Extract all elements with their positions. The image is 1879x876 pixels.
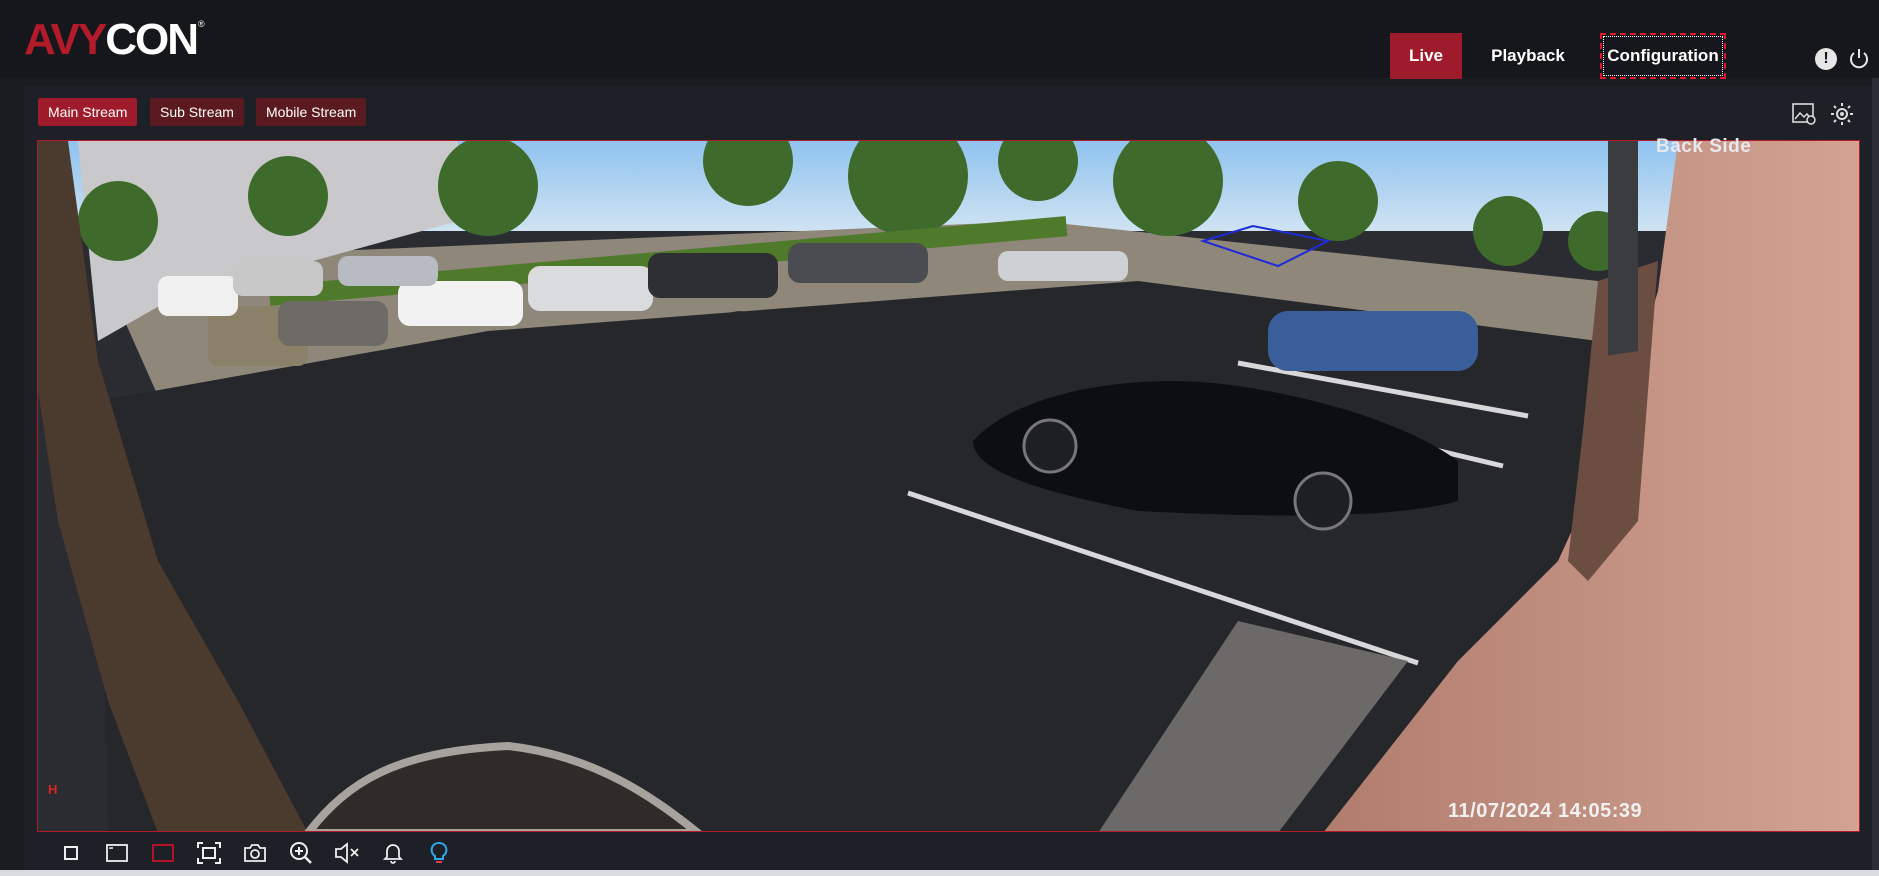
light-bulb-icon[interactable]: [424, 840, 454, 866]
bottom-edge: [0, 870, 1879, 876]
stop-icon[interactable]: [56, 840, 86, 866]
osd-corner-label: H: [48, 782, 58, 797]
mobile-stream-button[interactable]: Mobile Stream: [256, 98, 367, 126]
osd-camera-title: Back Side: [1656, 136, 1752, 157]
select-area-icon[interactable]: [148, 840, 178, 866]
image-settings-icon[interactable]: [1791, 101, 1817, 127]
snapshot-icon[interactable]: [240, 840, 270, 866]
sub-stream-button[interactable]: Sub Stream: [150, 98, 244, 126]
camera-video-feed[interactable]: [37, 140, 1860, 832]
power-icon[interactable]: [1847, 47, 1871, 71]
alarm-bell-icon[interactable]: [378, 840, 408, 866]
draw-area-icon[interactable]: [102, 840, 132, 866]
brightness-icon[interactable]: [1829, 101, 1855, 127]
tab-live[interactable]: Live: [1390, 33, 1462, 79]
fullscreen-icon[interactable]: [194, 840, 224, 866]
tab-configuration[interactable]: Configuration: [1600, 33, 1726, 79]
live-toolbar: [56, 840, 454, 866]
main-stream-button[interactable]: Main Stream: [38, 98, 138, 126]
mute-icon[interactable]: [332, 840, 362, 866]
avycon-logo: AVY CON ®: [24, 15, 205, 64]
tab-playback[interactable]: Playback: [1478, 33, 1578, 79]
scrollbar-edge: [1872, 78, 1879, 876]
alert-icon[interactable]: !: [1814, 47, 1838, 71]
osd-timestamp: 11/07/2024 14:05:39: [1448, 800, 1643, 822]
zoom-in-icon[interactable]: [286, 840, 316, 866]
top-bar: AVY CON ® Live Playback Configuration !: [0, 0, 1879, 79]
